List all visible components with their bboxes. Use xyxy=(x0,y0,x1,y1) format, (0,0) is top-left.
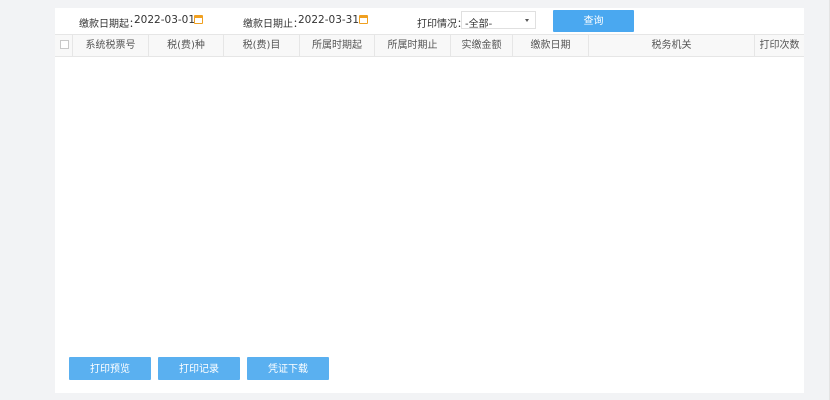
column-header[interactable]: 实缴金额 xyxy=(451,35,513,56)
print-record-button[interactable]: 打印记录 xyxy=(158,357,240,380)
end-date-input[interactable]: 2022-03-31 xyxy=(298,14,359,26)
column-header[interactable]: 税(费)种 xyxy=(149,35,224,56)
calendar-icon[interactable] xyxy=(359,15,368,24)
query-button[interactable]: 查询 xyxy=(553,10,634,32)
start-date-input[interactable]: 2022-03-01 xyxy=(134,14,195,26)
column-header[interactable]: 所属时期起 xyxy=(300,35,375,56)
main-panel: 缴款日期起： 2022-03-01 缴款日期止： 2022-03-31 打印情况… xyxy=(55,8,804,393)
table-body xyxy=(55,57,804,349)
calendar-icon[interactable] xyxy=(194,15,203,24)
start-date-label: 缴款日期起： xyxy=(79,19,139,30)
column-header[interactable]: 缴款日期 xyxy=(513,35,589,56)
print-status-label: 打印情况： xyxy=(417,19,467,30)
print-status-value: -全部- xyxy=(465,19,493,30)
print-preview-button[interactable]: 打印预览 xyxy=(69,357,151,380)
chevron-down-icon xyxy=(525,19,529,22)
column-header[interactable]: 所属时期止 xyxy=(375,35,451,56)
column-header[interactable]: 打印次数 xyxy=(755,35,804,56)
header-checkbox-cell xyxy=(55,35,73,56)
print-status-select[interactable]: -全部- xyxy=(461,11,536,30)
column-header[interactable]: 系统税票号 xyxy=(73,35,149,56)
filter-bar: 缴款日期起： 2022-03-01 缴款日期止： 2022-03-31 打印情况… xyxy=(55,8,804,34)
table-header: 系统税票号 税(费)种 税(费)目 所属时期起 所属时期止 实缴金额 缴款日期 … xyxy=(55,34,804,57)
column-header[interactable]: 税(费)目 xyxy=(224,35,300,56)
voucher-download-button[interactable]: 凭证下载 xyxy=(247,357,329,380)
column-header[interactable]: 税务机关 xyxy=(589,35,755,56)
end-date-label: 缴款日期止： xyxy=(243,19,303,30)
select-all-checkbox[interactable] xyxy=(60,40,69,49)
